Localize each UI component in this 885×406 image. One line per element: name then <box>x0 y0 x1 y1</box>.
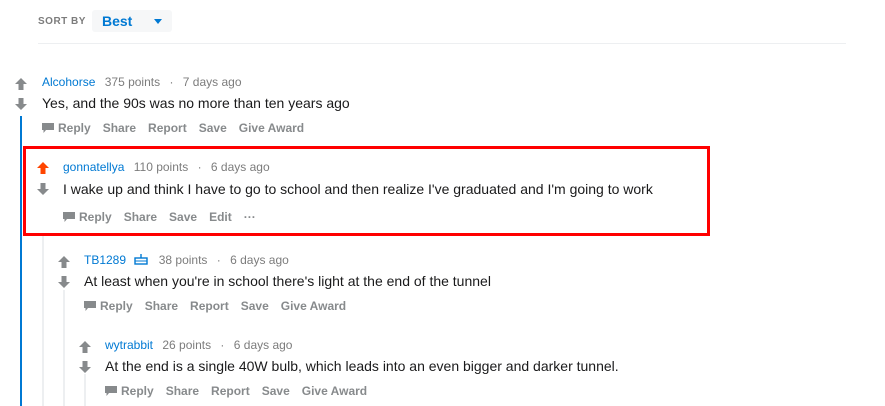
downvote-arrow-icon <box>15 98 27 110</box>
report-button[interactable]: Report <box>148 121 187 135</box>
report-button[interactable]: Report <box>211 384 250 398</box>
upvote-arrow-icon <box>79 341 91 353</box>
edit-button[interactable]: Edit <box>209 210 232 224</box>
separator-dot: · <box>197 160 202 174</box>
comment-bubble-icon <box>105 386 117 396</box>
comment-text: Yes, and the 90s was no more than ten ye… <box>42 95 350 111</box>
sort-bar: SORT BY Best <box>38 6 173 36</box>
comment-text: At least when you're in school there's l… <box>84 273 491 289</box>
timestamp[interactable]: 6 days ago <box>230 253 289 267</box>
report-button[interactable]: Report <box>190 299 229 313</box>
reply-label: Reply <box>58 121 91 135</box>
timestamp[interactable]: 6 days ago <box>234 338 293 352</box>
save-button[interactable]: Save <box>169 210 197 224</box>
share-button[interactable]: Share <box>145 299 178 313</box>
reply-label: Reply <box>79 210 112 224</box>
upvote-button[interactable] <box>57 255 73 269</box>
reply-button[interactable]: Reply <box>84 299 133 313</box>
thread-line <box>42 236 44 406</box>
comment-meta: wytrabbit 26 points · 6 days ago <box>105 338 292 352</box>
points: 110 points <box>133 160 189 174</box>
comment-meta: Alcohorse 375 points · 7 days ago <box>42 75 242 89</box>
share-button[interactable]: Share <box>103 121 136 135</box>
sort-dropdown[interactable]: Best <box>91 10 173 32</box>
give-award-button[interactable]: Give Award <box>239 121 304 135</box>
comment-actions: Reply Share Report Save Give Award <box>84 299 358 313</box>
separator-dot: · <box>216 253 221 267</box>
share-button[interactable]: Share <box>166 384 199 398</box>
upvote-arrow-icon <box>37 162 49 174</box>
upvote-button[interactable] <box>36 161 52 175</box>
thread-line <box>63 290 65 406</box>
downvote-button[interactable] <box>36 182 52 196</box>
downvote-button[interactable] <box>57 275 73 289</box>
upvote-arrow-icon <box>58 256 70 268</box>
upvote-arrow-icon <box>15 78 27 90</box>
reply-label: Reply <box>121 384 154 398</box>
points: 26 points <box>162 338 212 352</box>
comment-bubble-icon <box>84 301 96 311</box>
downvote-button[interactable] <box>78 360 94 374</box>
comment-text: At the end is a single 40W bulb, which l… <box>105 358 619 374</box>
comment-actions: Reply Share Report Save Give Award <box>105 384 379 398</box>
comment-actions: Reply Share Save Edit ··· <box>63 210 268 224</box>
downvote-arrow-icon <box>58 276 70 288</box>
give-award-button[interactable]: Give Award <box>302 384 367 398</box>
comment-meta: TB1289 38 points · 6 days ago <box>84 253 289 267</box>
comment-bubble-icon <box>63 212 75 222</box>
more-options-button[interactable]: ··· <box>244 210 256 224</box>
comment-bubble-icon <box>42 123 54 133</box>
comment-meta: gonnatellya 110 points · 6 days ago <box>63 160 270 174</box>
author-link[interactable]: TB1289 <box>84 253 126 267</box>
upvote-button[interactable] <box>14 77 30 91</box>
divider <box>38 43 846 44</box>
thread-line <box>20 116 22 406</box>
timestamp[interactable]: 6 days ago <box>211 160 270 174</box>
sort-label: SORT BY <box>38 15 86 27</box>
thread-line <box>84 374 86 406</box>
points: 38 points <box>158 253 208 267</box>
reply-label: Reply <box>100 299 133 313</box>
reply-button[interactable]: Reply <box>42 121 91 135</box>
save-button[interactable]: Save <box>262 384 290 398</box>
save-button[interactable]: Save <box>199 121 227 135</box>
upvote-button[interactable] <box>78 340 94 354</box>
save-button[interactable]: Save <box>241 299 269 313</box>
separator-dot: · <box>169 75 174 89</box>
timestamp[interactable]: 7 days ago <box>183 75 242 89</box>
reply-button[interactable]: Reply <box>63 210 112 224</box>
comment-text: I wake up and think I have to go to scho… <box>63 181 653 197</box>
author-link[interactable]: wytrabbit <box>105 338 153 352</box>
share-button[interactable]: Share <box>124 210 157 224</box>
separator-dot: · <box>220 338 225 352</box>
points: 375 points <box>104 75 161 89</box>
downvote-button[interactable] <box>14 97 30 111</box>
chevron-down-icon <box>154 18 163 24</box>
downvote-arrow-icon <box>37 183 49 195</box>
reply-button[interactable]: Reply <box>105 384 154 398</box>
author-link[interactable]: Alcohorse <box>42 75 95 89</box>
cake-icon <box>134 254 149 265</box>
comment-actions: Reply Share Report Save Give Award <box>42 121 316 135</box>
downvote-arrow-icon <box>79 361 91 373</box>
author-link[interactable]: gonnatellya <box>63 160 124 174</box>
give-award-button[interactable]: Give Award <box>281 299 346 313</box>
sort-value: Best <box>101 13 133 29</box>
